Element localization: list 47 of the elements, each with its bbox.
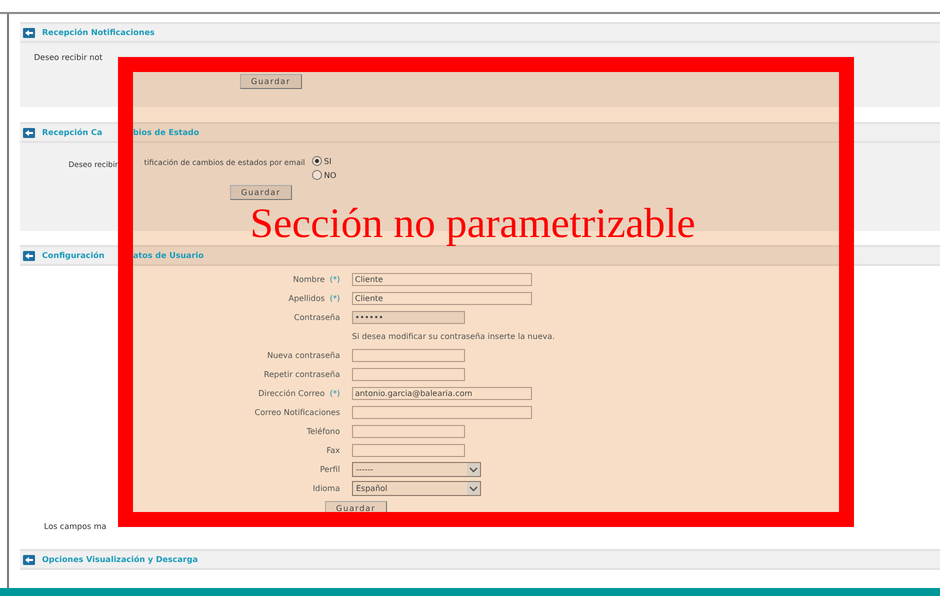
section-title: Recepción Ca xyxy=(42,128,104,137)
section-title: Opciones Visualización y Descarga xyxy=(42,555,198,564)
footnote-text: Los campos ma xyxy=(44,522,106,531)
caret-icon xyxy=(467,482,480,495)
field-label: Idioma xyxy=(312,484,340,493)
input-field[interactable]: Cliente xyxy=(352,292,532,305)
question-text: Deseo recibir not xyxy=(34,53,104,62)
input-field[interactable]: antonio.garcia@balearia.com xyxy=(352,387,532,400)
required-marker: (*) xyxy=(330,294,340,303)
field-label: Correo Notificaciones xyxy=(254,408,340,417)
select-field[interactable]: Español xyxy=(352,481,481,496)
select-field[interactable]: ------ xyxy=(352,462,481,477)
option-label: SI xyxy=(324,156,332,166)
input-field[interactable] xyxy=(352,406,532,419)
save-button[interactable]: Guardar xyxy=(230,185,292,200)
section-title: Configuración xyxy=(42,251,106,260)
arrow-icon xyxy=(23,250,35,260)
field-label: Dirección Correo xyxy=(258,389,325,398)
input-field[interactable] xyxy=(352,368,465,381)
password-field[interactable]: •••••• xyxy=(352,311,465,324)
input-field[interactable] xyxy=(352,444,465,457)
required-marker: (*) xyxy=(330,389,340,398)
field-label: Fax xyxy=(326,446,340,455)
field-label: Contraseña xyxy=(294,313,340,322)
required-marker: (*) xyxy=(330,275,340,284)
arrow-icon xyxy=(23,28,35,38)
input-field[interactable] xyxy=(352,425,465,438)
field-label: Teléfono xyxy=(306,427,340,436)
arrow-icon xyxy=(23,554,35,564)
field-label: Perfil xyxy=(320,465,340,474)
section-title: Recepción Notificaciones xyxy=(42,28,155,37)
annotation-text: Sección no parametrizable xyxy=(250,203,696,245)
field-label: Nombre xyxy=(292,275,325,284)
option-label: NO xyxy=(324,170,336,180)
radio-button[interactable] xyxy=(312,156,322,166)
password-hint: Si desea modificar su contraseña inserte la nueva. xyxy=(352,332,556,341)
section-title: atos de Usuario xyxy=(133,251,204,260)
field-label: Apellidos xyxy=(288,294,325,303)
field-label: Repetir contraseña xyxy=(264,370,340,379)
input-field[interactable] xyxy=(352,349,465,362)
caret-icon xyxy=(467,463,480,476)
section-title: bios de Estado xyxy=(133,128,200,137)
input-field[interactable]: Cliente xyxy=(352,273,532,286)
arrow-icon xyxy=(23,128,35,138)
save-button[interactable]: Guardar xyxy=(240,74,302,89)
radio-button[interactable] xyxy=(312,170,322,180)
field-label: Nueva contraseña xyxy=(267,351,340,360)
